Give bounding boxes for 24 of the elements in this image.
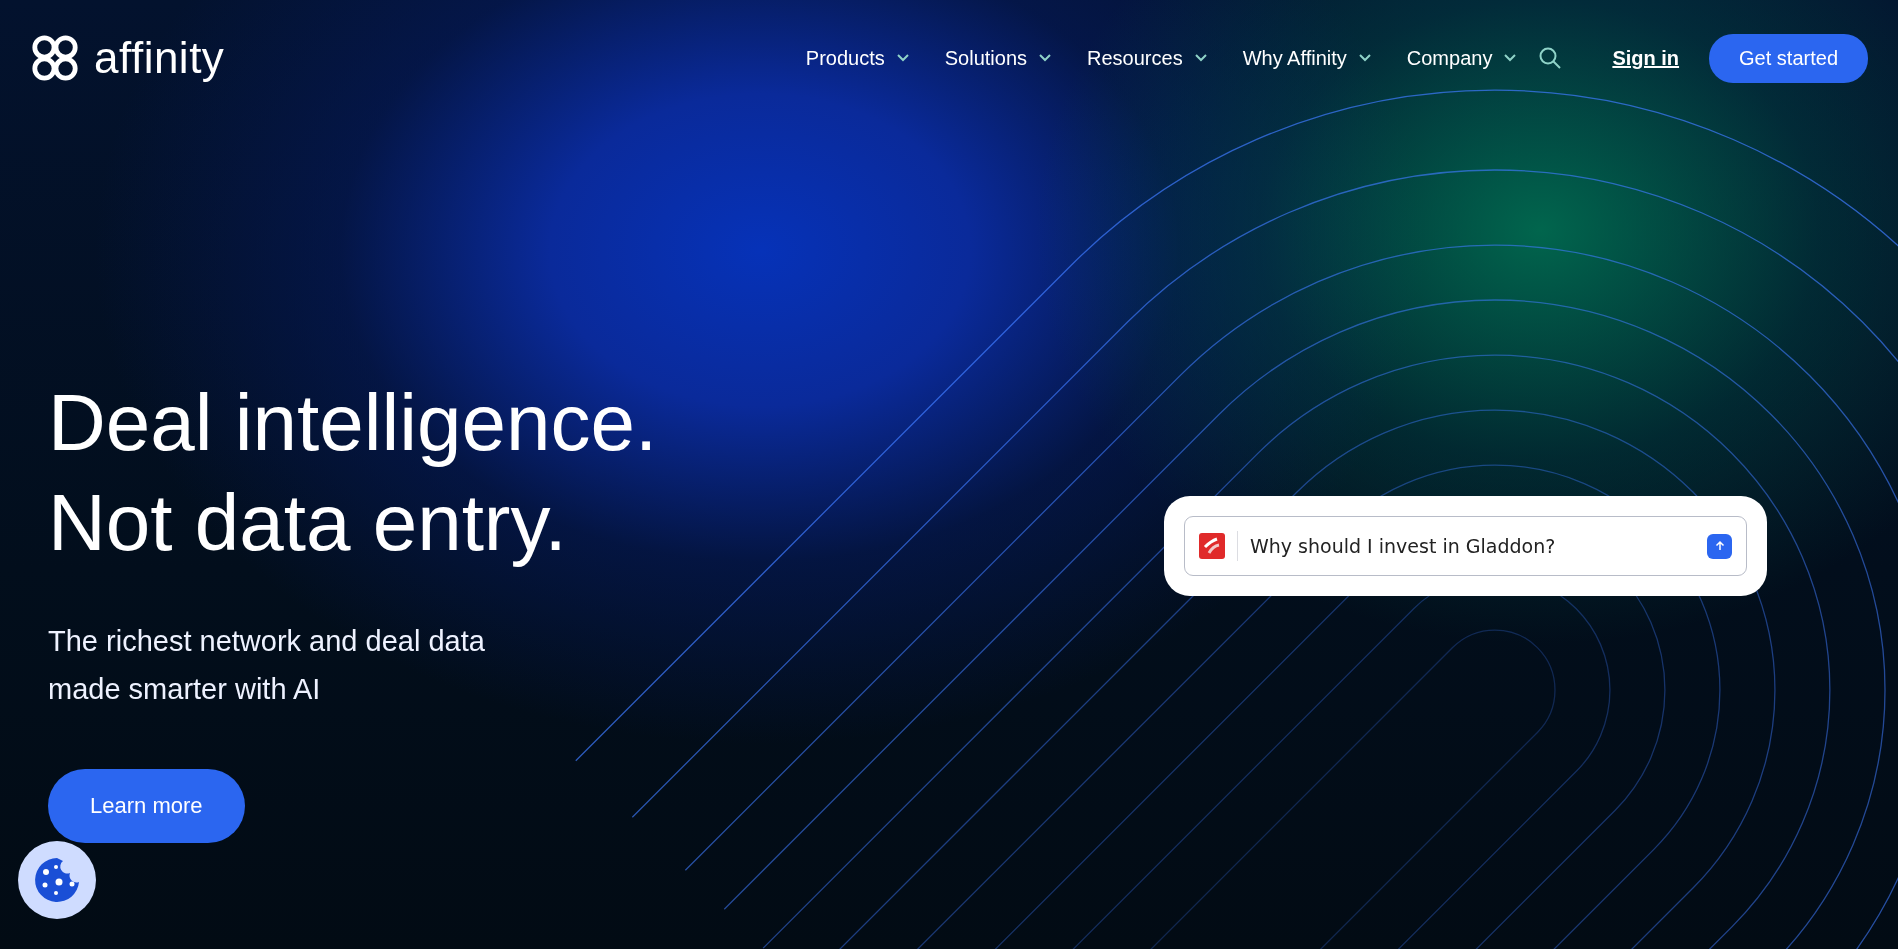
search-icon[interactable] <box>1538 46 1563 70</box>
chevron-down-icon <box>896 54 909 62</box>
sign-in-link[interactable]: Sign in <box>1612 46 1680 70</box>
nav-menu-item[interactable]: Company <box>1406 46 1517 70</box>
nav-menu-item[interactable]: Why Affinity <box>1242 46 1371 70</box>
chevron-down-icon <box>1504 54 1517 62</box>
logo-icon[interactable] <box>30 33 80 83</box>
chevron-down-icon <box>1358 54 1371 62</box>
send-button[interactable] <box>1707 533 1732 559</box>
logo-wordmark[interactable]: affinity <box>94 33 225 83</box>
chevron-down-icon <box>1194 54 1207 62</box>
nav-menu-item[interactable]: Resources <box>1087 46 1207 70</box>
chat-input-field[interactable]: Why should I invest in Gladdon? <box>1184 516 1747 576</box>
app-logo-icon <box>1199 533 1225 559</box>
chevron-down-icon <box>1039 54 1052 62</box>
arrow-up-icon <box>1713 540 1726 552</box>
learn-more-button[interactable]: Learn more <box>48 769 245 843</box>
nav-menu-item[interactable]: Solutions <box>944 46 1052 70</box>
headline-line: Not data entry. <box>48 477 568 569</box>
nav-menu-item[interactable]: Products <box>805 46 909 70</box>
headline-line: Deal intelligence. <box>48 377 659 469</box>
cookie-icon <box>32 855 82 905</box>
hero-subtitle: The richest network and deal data made smarter with AI <box>48 624 486 707</box>
get-started-button[interactable]: Get started <box>1709 33 1868 83</box>
